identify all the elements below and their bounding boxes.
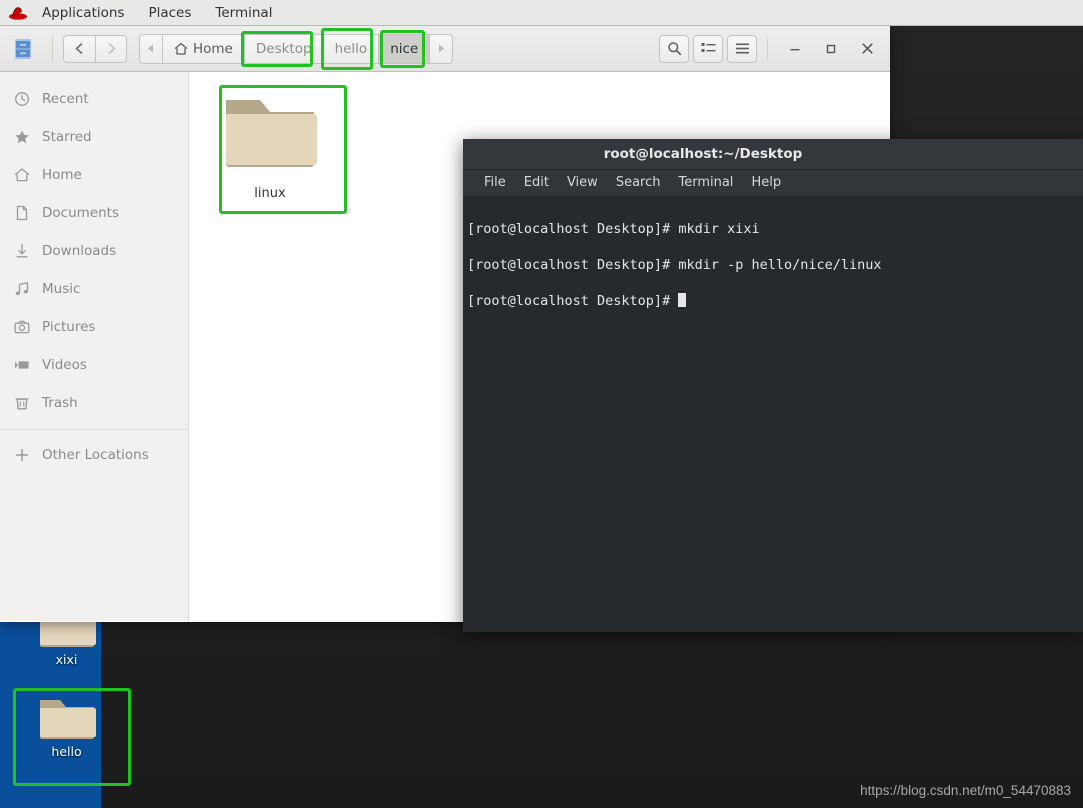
- header-right-controls[interactable]: [655, 32, 890, 66]
- chevron-right-icon: [108, 43, 115, 54]
- forward-button[interactable]: [95, 34, 127, 63]
- desktop-icon-label: xixi: [55, 652, 78, 667]
- star-icon: [14, 129, 30, 145]
- terminal-title-text: root@localhost:~/Desktop: [603, 146, 803, 162]
- sidebar-item-home[interactable]: Home: [0, 156, 188, 194]
- breadcrumb[interactable]: Home Desktop hello nice: [139, 33, 454, 64]
- triangle-right-icon: [439, 44, 445, 53]
- file-cabinet-icon: [15, 38, 31, 59]
- breadcrumb-scroll-right[interactable]: [429, 33, 454, 64]
- maximize-button[interactable]: [814, 32, 848, 66]
- clock-icon: [14, 91, 30, 107]
- sidebar-item-label: Home: [42, 167, 82, 183]
- panel-menu-applications[interactable]: Applications: [30, 0, 136, 26]
- terminal-line: [root@localhost Desktop]# mkdir xixi: [467, 221, 760, 237]
- camera-icon: [14, 319, 30, 335]
- music-note-icon: [14, 281, 30, 297]
- redhat-logo-icon[interactable]: [8, 5, 28, 21]
- header-separator: [52, 35, 53, 62]
- terminal-prompt-line: [root@localhost Desktop]#: [467, 292, 1083, 310]
- terminal-menu-bar[interactable]: File Edit View Search Terminal Help: [463, 170, 1083, 196]
- window-controls-separator: [767, 37, 768, 60]
- terminal-line: [root@localhost Desktop]# mkdir -p hello…: [467, 257, 882, 273]
- sidebar-item-pictures[interactable]: Pictures: [0, 308, 188, 346]
- breadcrumb-scroll-left[interactable]: [139, 33, 162, 64]
- close-button[interactable]: [850, 32, 884, 66]
- sidebar-item-documents[interactable]: Documents: [0, 194, 188, 232]
- panel-menu-terminal[interactable]: Terminal: [203, 0, 284, 26]
- minimize-icon: [790, 48, 800, 50]
- download-arrow-icon: [14, 243, 30, 259]
- home-icon: [14, 167, 30, 183]
- back-button[interactable]: [63, 34, 95, 63]
- breadcrumb-item-nice[interactable]: nice: [378, 33, 430, 64]
- hamburger-menu-icon: [735, 43, 749, 54]
- breadcrumb-label: nice: [390, 40, 419, 57]
- sidebar-item-music[interactable]: Music: [0, 270, 188, 308]
- sidebar-item-label: Pictures: [42, 319, 96, 335]
- sidebar-item-downloads[interactable]: Downloads: [0, 232, 188, 270]
- folder-icon: [39, 700, 96, 739]
- breadcrumb-item-home[interactable]: Home: [162, 33, 244, 64]
- menu-button[interactable]: [727, 34, 757, 63]
- sidebar-item-label: Recent: [42, 91, 89, 107]
- search-button[interactable]: [659, 34, 689, 63]
- watermark-text: https://blog.csdn.net/m0_54470883: [860, 783, 1071, 798]
- desktop-icon-label: hello: [51, 744, 82, 759]
- sidebar-item-label: Documents: [42, 205, 119, 221]
- sidebar-item-other-locations[interactable]: Other Locations: [0, 436, 188, 474]
- file-item-linux[interactable]: linux: [215, 90, 325, 201]
- sidebar-item-starred[interactable]: Starred: [0, 118, 188, 156]
- terminal-menu-edit[interactable]: Edit: [515, 170, 558, 196]
- breadcrumb-label: Desktop: [255, 40, 312, 57]
- close-icon: [861, 43, 873, 54]
- panel-menu-places[interactable]: Places: [136, 0, 203, 26]
- terminal-menu-file[interactable]: File: [475, 170, 515, 196]
- terminal-title-bar[interactable]: root@localhost:~/Desktop: [463, 139, 1083, 170]
- sidebar[interactable]: Recent Starred Home Documents Downloads …: [0, 72, 189, 621]
- chevron-left-icon: [75, 43, 83, 54]
- files-window-header[interactable]: Home Desktop hello nice: [0, 26, 890, 72]
- terminal-menu-search[interactable]: Search: [607, 170, 670, 196]
- sidebar-item-label: Trash: [42, 395, 78, 411]
- desktop-icon-hello[interactable]: hello: [16, 692, 117, 759]
- maximize-icon: [826, 44, 836, 53]
- files-app-icon: [0, 38, 46, 60]
- breadcrumb-label: Home: [193, 40, 233, 57]
- view-toggle-button[interactable]: [693, 34, 723, 63]
- sidebar-divider: [0, 429, 188, 430]
- sidebar-item-label: Videos: [42, 357, 87, 373]
- terminal-cursor: [678, 293, 687, 307]
- document-icon: [14, 205, 30, 221]
- file-item-label: linux: [254, 186, 286, 201]
- folder-icon: [226, 100, 317, 167]
- terminal-menu-help[interactable]: Help: [742, 170, 790, 196]
- terminal-prompt: [root@localhost Desktop]#: [467, 293, 679, 309]
- triangle-left-icon: [148, 44, 153, 53]
- search-icon: [667, 42, 681, 56]
- video-icon: [14, 357, 30, 373]
- sidebar-item-label: Music: [42, 281, 81, 297]
- sidebar-item-label: Other Locations: [42, 447, 149, 463]
- sidebar-item-label: Downloads: [42, 243, 117, 259]
- terminal-menu-terminal[interactable]: Terminal: [669, 170, 742, 196]
- breadcrumb-item-desktop[interactable]: Desktop: [243, 33, 323, 64]
- minimize-button[interactable]: [778, 32, 812, 66]
- sidebar-item-label: Starred: [42, 129, 92, 145]
- list-view-icon: [701, 43, 715, 52]
- sidebar-item-videos[interactable]: Videos: [0, 346, 188, 384]
- terminal-window[interactable]: root@localhost:~/Desktop File Edit View …: [463, 139, 1083, 632]
- terminal-menu-view[interactable]: View: [558, 170, 607, 196]
- navigation-buttons[interactable]: [63, 34, 127, 63]
- breadcrumb-label: hello: [334, 40, 368, 57]
- trash-icon: [14, 395, 30, 411]
- breadcrumb-item-hello[interactable]: hello: [322, 33, 379, 64]
- sidebar-item-recent[interactable]: Recent: [0, 80, 188, 118]
- terminal-screen[interactable]: [root@localhost Desktop]# mkdir xixi [ro…: [463, 196, 1083, 632]
- plus-icon: [14, 447, 30, 463]
- top-panel[interactable]: Applications Places Terminal: [0, 0, 1083, 26]
- sidebar-item-trash[interactable]: Trash: [0, 384, 188, 422]
- home-icon: [174, 42, 188, 55]
